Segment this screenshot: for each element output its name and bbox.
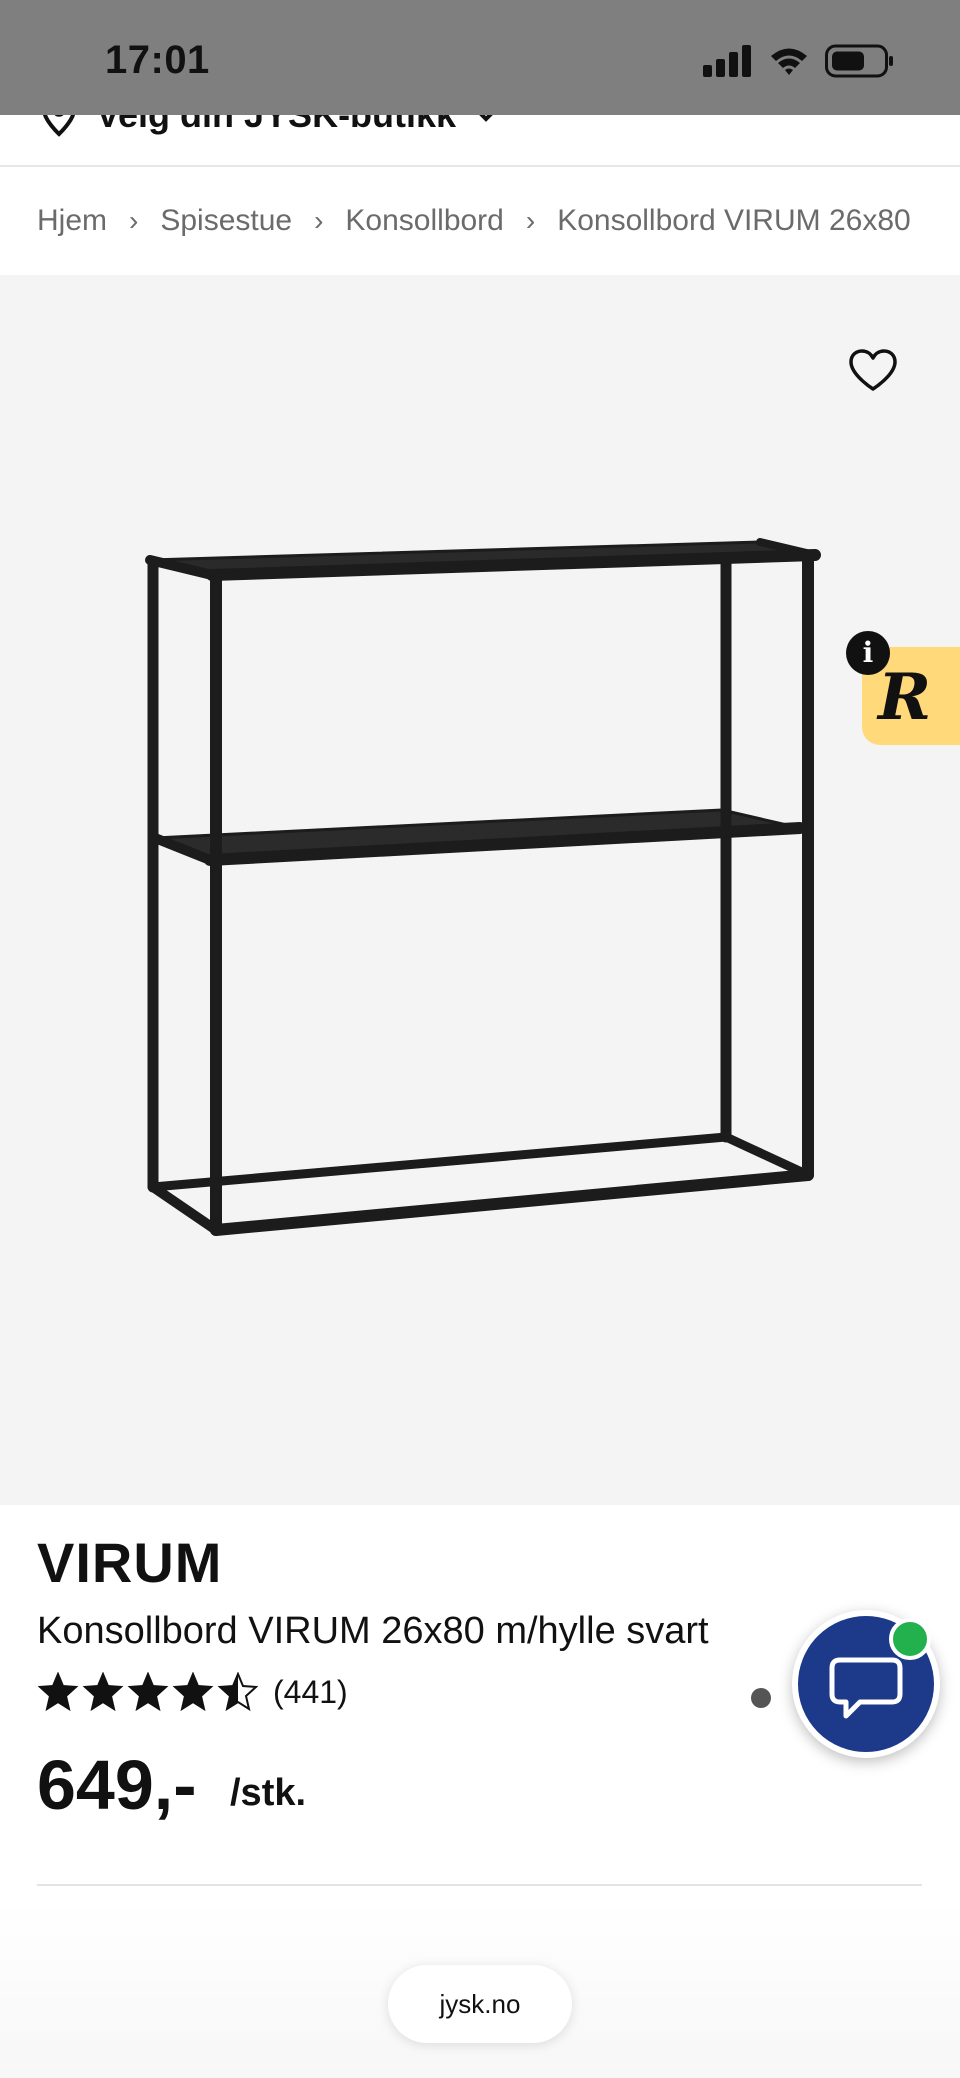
wifi-icon: [771, 48, 807, 75]
product-rating[interactable]: (441): [37, 1672, 348, 1712]
product-gallery[interactable]: [0, 275, 960, 1708]
chevron-down-icon: [479, 115, 493, 122]
breadcrumb-current: Konsollbord VIRUM 26x80: [557, 204, 911, 237]
rating-stars: [37, 1672, 259, 1712]
star-half-icon: [217, 1672, 259, 1712]
heart-icon: [849, 349, 897, 391]
product-brand: VIRUM: [37, 1531, 223, 1594]
status-time: 17:01: [105, 38, 210, 82]
signal-icon: [703, 45, 751, 77]
address-bar[interactable]: jysk.no: [388, 1965, 572, 2043]
star-full-icon: [37, 1672, 79, 1712]
breadcrumb-separator-icon: ›: [129, 205, 139, 236]
location-pin-icon: [42, 115, 76, 137]
gallery-dot-active[interactable]: [751, 1688, 771, 1708]
divider: [37, 1884, 922, 1886]
star-full-icon: [127, 1672, 169, 1712]
product-title: Konsollbord VIRUM 26x80 m/hylle svart: [37, 1610, 709, 1652]
online-status-dot: [889, 1618, 931, 1660]
product-price: 649,-: [37, 1746, 197, 1824]
price-unit: /stk.: [230, 1772, 307, 1814]
status-icons: [703, 44, 895, 78]
breadcrumb-separator-icon: ›: [525, 205, 536, 236]
breadcrumb-separator-icon: ›: [314, 205, 324, 236]
favorite-button[interactable]: [848, 348, 898, 397]
store-selector[interactable]: Velg din JYSK-butikk: [0, 115, 960, 167]
product-image[interactable]: [0, 275, 960, 1505]
breadcrumb-home[interactable]: Hjem: [37, 204, 107, 238]
review-count[interactable]: (441): [273, 1674, 348, 1711]
star-full-icon: [82, 1672, 124, 1712]
reviews-logo-icon: R: [878, 660, 932, 735]
battery-icon: [825, 44, 893, 78]
star-full-icon: [172, 1672, 214, 1712]
info-icon[interactable]: i: [846, 631, 890, 675]
status-bar: 17:01: [0, 0, 960, 115]
breadcrumb-spisestue[interactable]: Spisestue: [160, 204, 292, 238]
breadcrumb: Hjem › Spisestue › Konsollbord › Konsoll…: [37, 196, 927, 246]
breadcrumb-konsollbord[interactable]: Konsollbord: [345, 204, 503, 238]
store-label: Velg din JYSK-butikk: [96, 115, 456, 136]
